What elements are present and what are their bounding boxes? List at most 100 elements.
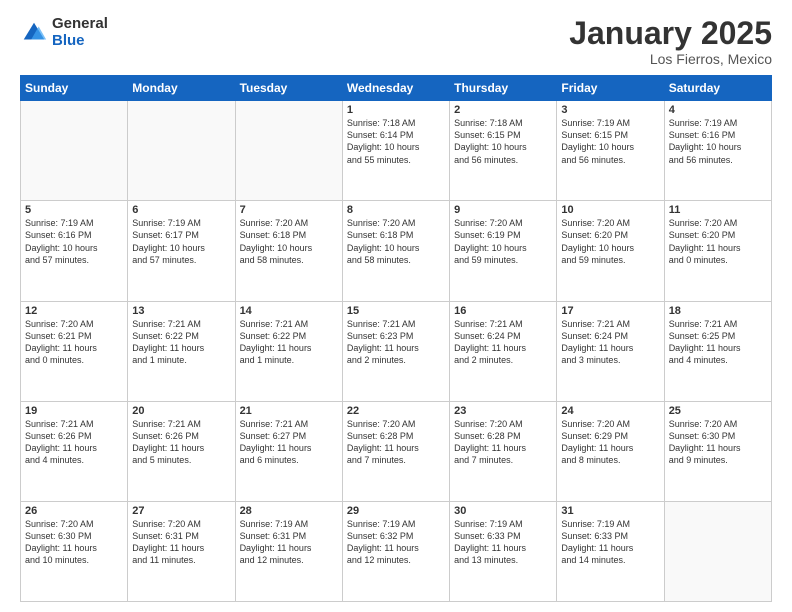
calendar-cell <box>235 101 342 201</box>
calendar-cell: 24Sunrise: 7:20 AM Sunset: 6:29 PM Dayli… <box>557 401 664 501</box>
header-thursday: Thursday <box>450 76 557 101</box>
day-number: 30 <box>454 505 552 517</box>
day-info: Sunrise: 7:21 AM Sunset: 6:27 PM Dayligh… <box>240 418 338 467</box>
day-number: 15 <box>347 305 445 317</box>
day-info: Sunrise: 7:21 AM Sunset: 6:25 PM Dayligh… <box>669 318 767 367</box>
day-info: Sunrise: 7:18 AM Sunset: 6:14 PM Dayligh… <box>347 117 445 166</box>
calendar-cell: 8Sunrise: 7:20 AM Sunset: 6:18 PM Daylig… <box>342 201 449 301</box>
calendar-cell: 17Sunrise: 7:21 AM Sunset: 6:24 PM Dayli… <box>557 301 664 401</box>
calendar-cell: 28Sunrise: 7:19 AM Sunset: 6:31 PM Dayli… <box>235 501 342 601</box>
day-number: 27 <box>132 505 230 517</box>
day-info: Sunrise: 7:19 AM Sunset: 6:17 PM Dayligh… <box>132 217 230 266</box>
day-number: 23 <box>454 405 552 417</box>
location-subtitle: Los Fierros, Mexico <box>569 51 772 67</box>
day-number: 10 <box>561 204 659 216</box>
day-number: 17 <box>561 305 659 317</box>
calendar-cell: 10Sunrise: 7:20 AM Sunset: 6:20 PM Dayli… <box>557 201 664 301</box>
day-info: Sunrise: 7:19 AM Sunset: 6:33 PM Dayligh… <box>561 518 659 567</box>
day-number: 5 <box>25 204 123 216</box>
calendar-cell: 6Sunrise: 7:19 AM Sunset: 6:17 PM Daylig… <box>128 201 235 301</box>
day-number: 16 <box>454 305 552 317</box>
week-row-4: 19Sunrise: 7:21 AM Sunset: 6:26 PM Dayli… <box>21 401 772 501</box>
day-info: Sunrise: 7:19 AM Sunset: 6:16 PM Dayligh… <box>669 117 767 166</box>
week-row-5: 26Sunrise: 7:20 AM Sunset: 6:30 PM Dayli… <box>21 501 772 601</box>
day-info: Sunrise: 7:20 AM Sunset: 6:19 PM Dayligh… <box>454 217 552 266</box>
day-info: Sunrise: 7:21 AM Sunset: 6:24 PM Dayligh… <box>454 318 552 367</box>
day-number: 18 <box>669 305 767 317</box>
calendar-cell: 19Sunrise: 7:21 AM Sunset: 6:26 PM Dayli… <box>21 401 128 501</box>
day-info: Sunrise: 7:20 AM Sunset: 6:28 PM Dayligh… <box>347 418 445 467</box>
day-number: 28 <box>240 505 338 517</box>
day-info: Sunrise: 7:20 AM Sunset: 6:18 PM Dayligh… <box>240 217 338 266</box>
calendar-cell: 22Sunrise: 7:20 AM Sunset: 6:28 PM Dayli… <box>342 401 449 501</box>
week-row-1: 1Sunrise: 7:18 AM Sunset: 6:14 PM Daylig… <box>21 101 772 201</box>
calendar-cell: 26Sunrise: 7:20 AM Sunset: 6:30 PM Dayli… <box>21 501 128 601</box>
header-wednesday: Wednesday <box>342 76 449 101</box>
title-block: January 2025 Los Fierros, Mexico <box>569 16 772 67</box>
day-info: Sunrise: 7:21 AM Sunset: 6:26 PM Dayligh… <box>132 418 230 467</box>
calendar-cell: 13Sunrise: 7:21 AM Sunset: 6:22 PM Dayli… <box>128 301 235 401</box>
header: General Blue January 2025 Los Fierros, M… <box>20 16 772 67</box>
day-info: Sunrise: 7:19 AM Sunset: 6:15 PM Dayligh… <box>561 117 659 166</box>
logo-text: General Blue <box>52 16 108 49</box>
day-info: Sunrise: 7:21 AM Sunset: 6:24 PM Dayligh… <box>561 318 659 367</box>
calendar-cell: 9Sunrise: 7:20 AM Sunset: 6:19 PM Daylig… <box>450 201 557 301</box>
logo-blue: Blue <box>52 32 85 49</box>
day-number: 2 <box>454 104 552 116</box>
day-number: 13 <box>132 305 230 317</box>
day-number: 24 <box>561 405 659 417</box>
calendar-cell <box>21 101 128 201</box>
day-info: Sunrise: 7:21 AM Sunset: 6:23 PM Dayligh… <box>347 318 445 367</box>
calendar-cell: 5Sunrise: 7:19 AM Sunset: 6:16 PM Daylig… <box>21 201 128 301</box>
day-number: 20 <box>132 405 230 417</box>
day-info: Sunrise: 7:19 AM Sunset: 6:32 PM Dayligh… <box>347 518 445 567</box>
month-title: January 2025 <box>569 16 772 51</box>
calendar-cell: 30Sunrise: 7:19 AM Sunset: 6:33 PM Dayli… <box>450 501 557 601</box>
calendar-cell: 12Sunrise: 7:20 AM Sunset: 6:21 PM Dayli… <box>21 301 128 401</box>
day-info: Sunrise: 7:20 AM Sunset: 6:28 PM Dayligh… <box>454 418 552 467</box>
header-monday: Monday <box>128 76 235 101</box>
day-info: Sunrise: 7:19 AM Sunset: 6:33 PM Dayligh… <box>454 518 552 567</box>
day-number: 6 <box>132 204 230 216</box>
day-info: Sunrise: 7:19 AM Sunset: 6:16 PM Dayligh… <box>25 217 123 266</box>
calendar-cell: 2Sunrise: 7:18 AM Sunset: 6:15 PM Daylig… <box>450 101 557 201</box>
day-number: 26 <box>25 505 123 517</box>
calendar-cell: 20Sunrise: 7:21 AM Sunset: 6:26 PM Dayli… <box>128 401 235 501</box>
page: General Blue January 2025 Los Fierros, M… <box>0 0 792 612</box>
day-info: Sunrise: 7:20 AM Sunset: 6:29 PM Dayligh… <box>561 418 659 467</box>
day-number: 14 <box>240 305 338 317</box>
day-number: 12 <box>25 305 123 317</box>
day-info: Sunrise: 7:20 AM Sunset: 6:21 PM Dayligh… <box>25 318 123 367</box>
calendar-cell <box>128 101 235 201</box>
day-info: Sunrise: 7:21 AM Sunset: 6:26 PM Dayligh… <box>25 418 123 467</box>
calendar-cell: 27Sunrise: 7:20 AM Sunset: 6:31 PM Dayli… <box>128 501 235 601</box>
header-tuesday: Tuesday <box>235 76 342 101</box>
day-number: 22 <box>347 405 445 417</box>
calendar-cell: 11Sunrise: 7:20 AM Sunset: 6:20 PM Dayli… <box>664 201 771 301</box>
day-number: 19 <box>25 405 123 417</box>
calendar-cell: 1Sunrise: 7:18 AM Sunset: 6:14 PM Daylig… <box>342 101 449 201</box>
day-number: 4 <box>669 104 767 116</box>
day-info: Sunrise: 7:21 AM Sunset: 6:22 PM Dayligh… <box>132 318 230 367</box>
calendar-cell: 25Sunrise: 7:20 AM Sunset: 6:30 PM Dayli… <box>664 401 771 501</box>
header-saturday: Saturday <box>664 76 771 101</box>
logo-general: General <box>52 15 108 32</box>
calendar-cell: 3Sunrise: 7:19 AM Sunset: 6:15 PM Daylig… <box>557 101 664 201</box>
calendar-cell: 14Sunrise: 7:21 AM Sunset: 6:22 PM Dayli… <box>235 301 342 401</box>
week-row-3: 12Sunrise: 7:20 AM Sunset: 6:21 PM Dayli… <box>21 301 772 401</box>
calendar-header-row: SundayMondayTuesdayWednesdayThursdayFrid… <box>21 76 772 101</box>
calendar-cell: 18Sunrise: 7:21 AM Sunset: 6:25 PM Dayli… <box>664 301 771 401</box>
calendar-cell: 21Sunrise: 7:21 AM Sunset: 6:27 PM Dayli… <box>235 401 342 501</box>
day-number: 7 <box>240 204 338 216</box>
calendar-cell: 7Sunrise: 7:20 AM Sunset: 6:18 PM Daylig… <box>235 201 342 301</box>
day-info: Sunrise: 7:19 AM Sunset: 6:31 PM Dayligh… <box>240 518 338 567</box>
day-number: 31 <box>561 505 659 517</box>
day-number: 25 <box>669 405 767 417</box>
logo: General Blue <box>20 16 108 49</box>
calendar-cell: 23Sunrise: 7:20 AM Sunset: 6:28 PM Dayli… <box>450 401 557 501</box>
day-info: Sunrise: 7:20 AM Sunset: 6:31 PM Dayligh… <box>132 518 230 567</box>
day-info: Sunrise: 7:20 AM Sunset: 6:20 PM Dayligh… <box>669 217 767 266</box>
week-row-2: 5Sunrise: 7:19 AM Sunset: 6:16 PM Daylig… <box>21 201 772 301</box>
day-number: 3 <box>561 104 659 116</box>
day-info: Sunrise: 7:21 AM Sunset: 6:22 PM Dayligh… <box>240 318 338 367</box>
